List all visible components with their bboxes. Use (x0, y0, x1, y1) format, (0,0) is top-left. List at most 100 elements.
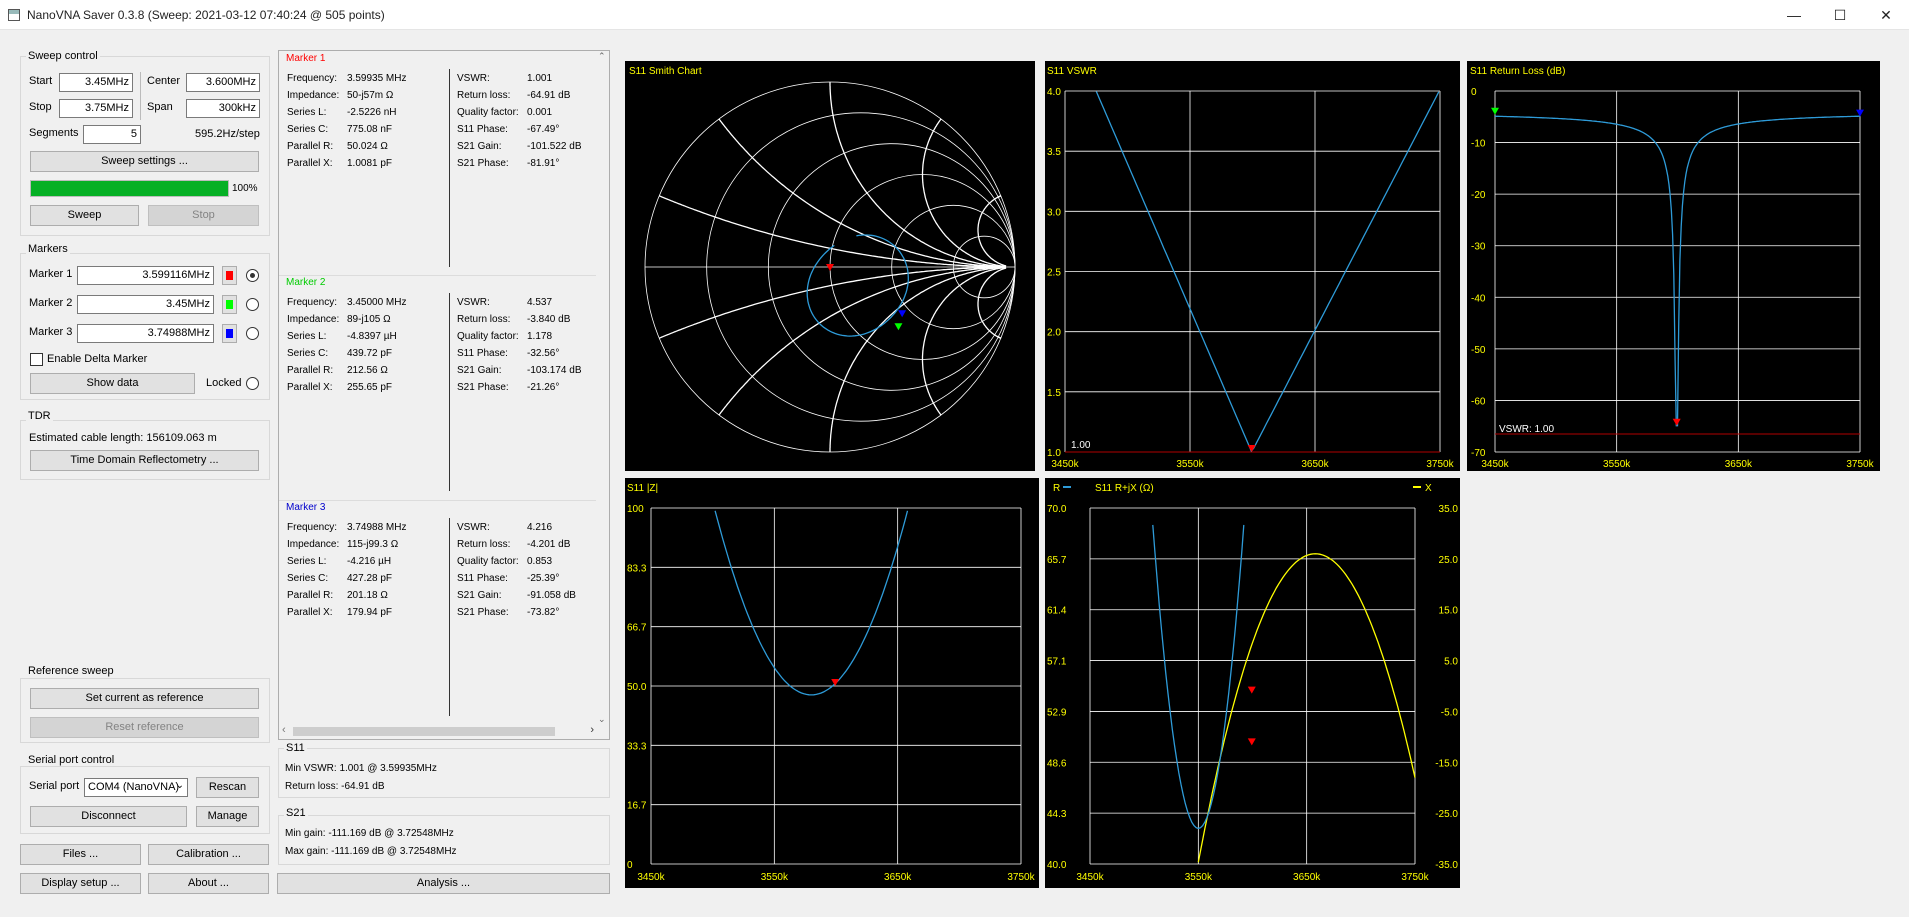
marker-2-input[interactable]: 3.45MHz (77, 295, 214, 314)
marker-1-color-button[interactable] (222, 266, 237, 285)
chevron-down-icon: ⌄ (175, 780, 184, 791)
marker-field-label: S21 Phase: (457, 158, 509, 169)
marker-2-radio[interactable] (246, 298, 259, 311)
set-reference-button[interactable]: Set current as reference (30, 688, 259, 709)
rx-chart[interactable]: R S11 R+jX (Ω) X 70.0 65.7 61.4 57.1 52.9 48.… (1045, 478, 1460, 888)
marker-field-value: 775.08 nF (347, 124, 393, 135)
display-setup-button[interactable]: Display setup ... (20, 873, 141, 894)
horizontal-scrollbar[interactable]: ‹ › (279, 724, 597, 739)
marker-1-point (1672, 418, 1681, 426)
marker-field-value: 50-j57m Ω (347, 90, 394, 101)
return-loss-y-tick: -60 (1471, 396, 1486, 407)
marker-3-radio[interactable] (246, 327, 259, 340)
impedance-chart[interactable]: S11 |Z| 100 83.3 66.7 50.0 33.3 16.7 0 3450k 355… (625, 478, 1039, 888)
disconnect-button[interactable]: Disconnect (30, 806, 187, 827)
locked-radio[interactable] (246, 377, 259, 390)
reset-reference-button[interactable]: Reset reference (30, 717, 259, 738)
marker-field-value: 89-j105 Ω (347, 314, 391, 325)
sweep-progress-bar (30, 180, 229, 197)
smith-chart[interactable]: S11 Smith Chart (625, 61, 1035, 471)
marker-field-value: 4.216 (527, 522, 553, 533)
vswr-chart[interactable]: S11 VSWR 4.0 3.5 3.0 2.5 2.0 1.5 1.0 3450k 3550k… (1045, 61, 1460, 471)
marker-field-label: S11 Phase: (457, 573, 508, 584)
scroll-left-icon[interactable]: ‹ (282, 724, 286, 736)
scroll-up-icon[interactable]: ⌃ (598, 51, 606, 62)
tdr-button[interactable]: Time Domain Reflectometry ... (30, 450, 259, 471)
manage-button[interactable]: Manage (196, 806, 259, 827)
vswr-y-tick: 3.5 (1047, 147, 1061, 158)
scroll-thumb[interactable] (293, 727, 555, 736)
marker-field-label: Series L: (287, 556, 327, 567)
return-loss-y-tick: -30 (1471, 242, 1486, 253)
analysis-button[interactable]: Analysis ... (277, 873, 610, 894)
marker-field-value: -91.058 dB (527, 590, 576, 601)
marker-2-color-button[interactable] (222, 295, 237, 314)
rx-x-tick: 3750k (1401, 872, 1429, 883)
start-input[interactable]: 3.45MHz (59, 73, 133, 92)
vertical-scrollbar[interactable]: ⌃ ⌄ (596, 51, 609, 725)
sweep-button[interactable]: Sweep (30, 205, 139, 226)
marker-field-label: Impedance: (287, 539, 340, 550)
return-loss-x-tick: 3550k (1603, 459, 1631, 470)
marker-data-panel[interactable]: Marker 1 Frequency: 3.59935 MHz Impedance: 5… (278, 50, 610, 740)
marker-field-value: -101.522 dB (527, 141, 582, 152)
marker-field-label: S21 Gain: (457, 365, 502, 376)
marker-1-color-swatch (226, 271, 233, 280)
span-input[interactable]: 300kHz (186, 99, 260, 118)
return-loss-x-tick: 3450k (1481, 459, 1509, 470)
rescan-button[interactable]: Rescan (196, 777, 259, 798)
marker-field-value: -21.26° (527, 382, 560, 393)
stop-label: Stop (29, 101, 52, 113)
segments-input[interactable]: 5 (83, 125, 141, 144)
marker-field-value: 50.024 Ω (347, 141, 388, 152)
marker-data-block: Marker 1 Frequency: 3.59935 MHz Impedance: 5… (279, 51, 597, 271)
marker-3-color-button[interactable] (222, 324, 237, 343)
rx-y-tick-left: 48.6 (1047, 758, 1067, 769)
sweep-settings-button[interactable]: Sweep settings ... (30, 151, 259, 172)
return-loss-chart[interactable]: S11 Return Loss (dB) 0 -10 -20 -30 -40 -50 -60… (1467, 61, 1880, 471)
rx-legend-r: R (1053, 483, 1060, 494)
calibration-button[interactable]: Calibration ... (148, 844, 269, 865)
return-loss-x-tick: 3650k (1725, 459, 1753, 470)
about-button[interactable]: About ... (148, 873, 269, 894)
rx-y-tick-right: 25.0 (1439, 555, 1459, 566)
marker-field-label: Series L: (287, 107, 327, 118)
markers-title: Markers (26, 243, 70, 255)
marker-field-value: -81.91° (527, 158, 560, 169)
title-bar: NanoVNA Saver 0.3.8 (Sweep: 2021-03-12 0… (0, 0, 1909, 30)
s11-summary-title: S11 (284, 742, 307, 754)
marker-field-value: -64.91 dB (527, 90, 571, 101)
maximize-button[interactable]: ☐ (1817, 0, 1863, 30)
vswr-x-tick: 3450k (1051, 459, 1079, 470)
center-input[interactable]: 3.600MHz (186, 73, 260, 92)
return-loss-y-tick: 0 (1471, 87, 1477, 98)
vswr-y-tick: 2.5 (1047, 268, 1061, 279)
sweep-divider (140, 72, 141, 120)
files-button[interactable]: Files ... (20, 844, 141, 865)
return-loss-y-tick: -40 (1471, 293, 1486, 304)
marker-1-input[interactable]: 3.599116MHz (77, 266, 214, 285)
impedance-x-tick: 3450k (637, 872, 665, 883)
return-loss-reference-label: VSWR: 1.00 (1499, 424, 1554, 435)
serial-port-value: COM4 (NanoVNA) (88, 781, 180, 793)
marker-data-divider (449, 69, 450, 267)
scroll-right-icon[interactable]: › (590, 724, 594, 736)
show-data-button[interactable]: Show data (30, 373, 195, 394)
scroll-down-icon[interactable]: ⌄ (598, 714, 606, 725)
serial-port-select[interactable]: COM4 (NanoVNA) ⌄ (84, 778, 188, 797)
impedance-y-tick: 66.7 (627, 623, 647, 634)
delta-marker-checkbox[interactable] (30, 353, 43, 366)
marker-2-label: Marker 2 (29, 297, 73, 309)
marker-1-radio[interactable] (246, 269, 259, 282)
close-button[interactable]: ✕ (1863, 0, 1909, 30)
marker-3-input[interactable]: 3.74988MHz (77, 324, 214, 343)
center-label: Center (147, 75, 181, 87)
stop-input[interactable]: 3.75MHz (59, 99, 133, 118)
stop-button[interactable]: Stop (148, 205, 259, 226)
marker-field-label: Return loss: (457, 90, 511, 101)
impedance-x-tick: 3650k (884, 872, 912, 883)
minimize-button[interactable]: — (1771, 0, 1817, 30)
marker-field-label: Series C: (287, 348, 329, 359)
vswr-y-tick: 1.0 (1047, 448, 1061, 459)
marker-field-label: Parallel X: (287, 607, 333, 618)
